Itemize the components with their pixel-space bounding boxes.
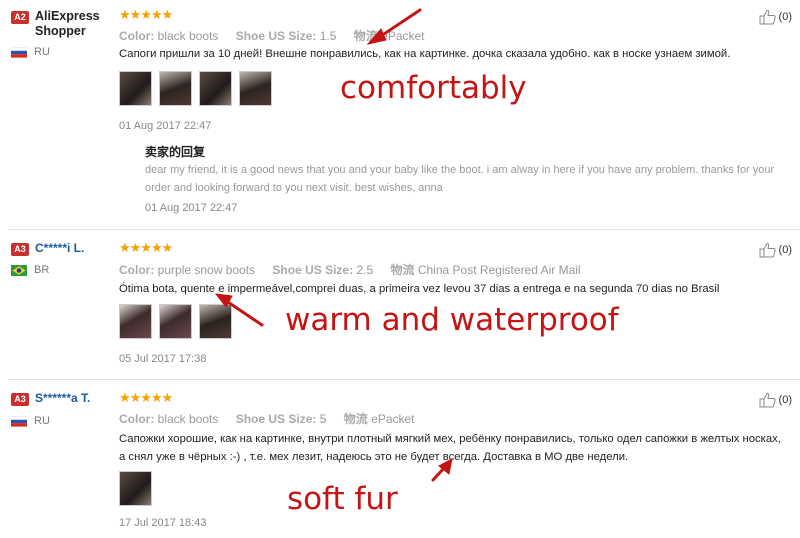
annotation-arrow [431, 458, 453, 482]
